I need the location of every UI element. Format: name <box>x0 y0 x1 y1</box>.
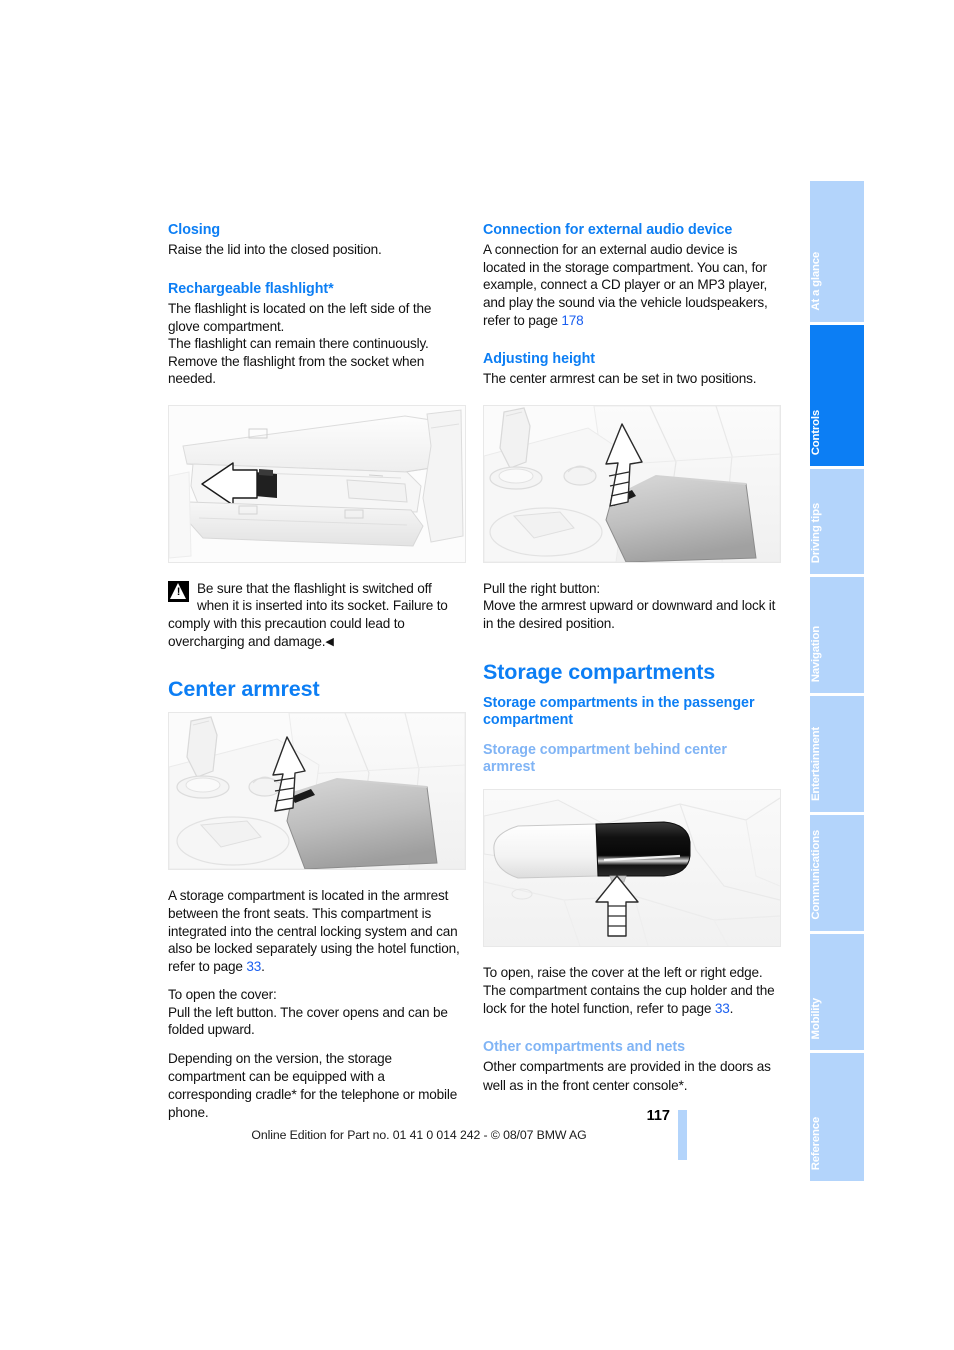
heading-rechargeable-flashlight: Rechargeable flashlight* <box>168 280 334 297</box>
paragraph-external-audio: A connection for an external audio devic… <box>483 241 779 329</box>
register-tab-label: Driving tips <box>810 502 822 563</box>
paragraph-armrest-storage: A storage compartment is located in the … <box>168 887 464 975</box>
heading-storage-compartments: Storage compartments <box>483 659 716 684</box>
register-tab-entertainment[interactable]: Entertainment <box>810 696 864 812</box>
register-tab-mobility[interactable]: Mobility <box>810 934 864 1050</box>
glove-compartment-illustration <box>169 405 465 562</box>
page-reference-33-b[interactable]: 33 <box>715 1001 730 1016</box>
heading-closing: Closing <box>168 222 221 238</box>
register-tab-label: Reference <box>810 1116 822 1170</box>
register-tab-driving-tips[interactable]: Driving tips <box>810 469 864 574</box>
footer-color-bar <box>678 1110 687 1160</box>
register-tab-at-a-glance[interactable]: At a glance <box>810 181 864 322</box>
figure-rear-storage-compartment <box>483 789 781 948</box>
chapter-register-sidebar: At a glance Controls Driving tips Naviga… <box>810 181 864 1181</box>
register-tab-label: Controls <box>810 409 822 455</box>
heading-other-compartments-and-nets: Other compartments and nets <box>483 1039 686 1056</box>
warning-text: Be sure that the flashlight is switched … <box>168 580 448 649</box>
register-tab-controls[interactable]: Controls <box>810 325 864 466</box>
register-tab-communications[interactable]: Communications <box>810 815 864 931</box>
register-tab-label: Mobility <box>810 997 822 1039</box>
armrest-height-illustration <box>484 405 780 562</box>
other-text: Other compartments are provided in the d… <box>483 1059 771 1093</box>
figure-glove-compartment <box>168 404 466 563</box>
heading-storage-in-passenger-compartment: Storage compartments in the passenger co… <box>483 694 755 728</box>
register-tab-reference[interactable]: Reference <box>810 1053 864 1181</box>
heading-center-armrest: Center armrest <box>168 677 320 702</box>
heading-external-audio-connection: Connection for external audio device <box>483 222 733 238</box>
page-reference-33[interactable]: 33 <box>246 959 261 974</box>
footer-imprint: Online Edition for Part no. 01 41 0 014 … <box>251 1128 587 1142</box>
exclamation-mark: ! <box>176 585 181 598</box>
audio-text: A connection for an external audio devic… <box>483 242 768 328</box>
armrest-text-1: A storage compartment is located in the … <box>168 888 460 974</box>
register-tab-label: Navigation <box>810 625 822 682</box>
note-end-mark: ◀ <box>325 635 334 648</box>
page-number: 117 <box>646 1108 670 1124</box>
heading-storage-behind-center-armrest: Storage compartment behind center armres… <box>483 742 727 776</box>
rear-storage-text-end: . <box>729 1000 734 1016</box>
rear-storage-illustration <box>484 790 780 947</box>
paragraph-pull-right-button: Pull the right button: Move the armrest … <box>483 580 776 632</box>
left-column: Closing Raise the lid into the closed po… <box>168 222 466 1121</box>
figure-center-armrest <box>168 712 466 871</box>
paragraph-rear-storage: To open, raise the cover at the left or … <box>483 964 779 1017</box>
figure-armrest-height <box>483 404 781 563</box>
manual-page: Closing Raise the lid into the closed po… <box>0 0 954 1350</box>
warning-note: ! Be sure that the flashlight is switche… <box>168 580 464 650</box>
paragraph-open-cover: To open the cover: Pull the left button.… <box>168 987 448 1038</box>
register-tab-navigation[interactable]: Navigation <box>810 577 864 693</box>
paragraph-other-compartments: Other compartments are provided in the d… <box>483 1058 779 1094</box>
paragraph-adjusting-height: The center armrest can be set in two pos… <box>483 371 757 387</box>
heading-adjusting-height: Adjusting height <box>483 351 595 368</box>
right-column: Connection for external audio device A c… <box>483 222 781 1094</box>
page-reference-178[interactable]: 178 <box>561 313 583 328</box>
other-text-end: . <box>683 1077 688 1093</box>
register-tab-label: Communications <box>810 830 822 920</box>
paragraph-flashlight: The flashlight is located on the left si… <box>168 300 432 387</box>
register-tab-label: Entertainment <box>810 727 822 801</box>
warning-triangle-icon: ! <box>168 580 189 602</box>
register-tab-label: At a glance <box>810 252 822 311</box>
paragraph-closing: Raise the lid into the closed position. <box>168 242 382 258</box>
armrest-text-1-end: . <box>261 958 265 974</box>
paragraph-cradle-option: Depending on the version, the storage co… <box>168 1050 464 1121</box>
center-armrest-illustration <box>169 713 465 870</box>
